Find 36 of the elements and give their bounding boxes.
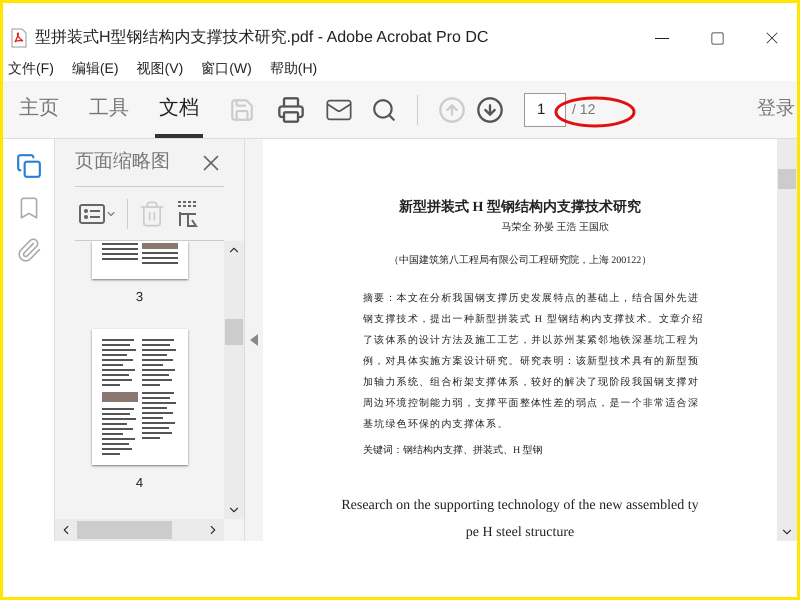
page-thumbnail[interactable] [92,328,188,464]
page-number-field[interactable]: 1 [524,92,566,126]
vertical-scrollbar[interactable] [777,139,797,541]
scroll-thumb[interactable] [778,169,796,189]
window-title: 型拼装式H型钢结构内支撑技术研究.pdf - Adobe Acrobat Pro DC [35,28,490,48]
pdf-file-icon [11,28,27,48]
pages-icon[interactable] [16,153,42,179]
english-title: Research on the supporting technology of the new assembled ty pe H steel structure [341,497,699,542]
options-icon[interactable] [79,202,117,224]
panel-title: 页面缩略图 [75,150,171,174]
page-thumbnail[interactable] [92,241,188,279]
scroll-thumb[interactable] [77,521,172,539]
nav-tab[interactable]: 主页 [15,81,63,138]
page-total: / 12 [572,100,596,119]
thumbnail-label: 3 [136,288,144,306]
document-keywords: 关键词：钢结构内支撑、拼装式、H 型钢 [363,444,543,458]
collapse-arrow-icon[interactable] [250,334,258,346]
horizontal-scrollbar[interactable] [55,519,224,541]
menu-item[interactable]: 视图(V) [136,58,184,79]
nav-tab[interactable]: 工具 [85,81,133,138]
search-icon[interactable] [371,96,397,122]
abstract-paragraph: 摘要：本文在分析我国钢支撑历史发展特点的基础上，结合国外先进 钢支撑技术，提出一种新型拼装式 H 型钢结构内支撑技术。文章介绍 了该体系的设计方法及施工工艺，并以苏州某紧邻地铁深基坑工程为 例，对具体实施方案设计研究。研究表明：该新型技术具有的新型预 加轴力系统、组合桁架支撑体系，较好的解决了现阶段我国钢支撑对 周边环境控制能力弱，支撑平面整体性差的弱点，是一个非常适合深 基坑绿色环保的内支撑体系。 [363,292,704,432]
print-icon[interactable] [277,96,305,124]
sign-in-link[interactable]: 登录 [757,95,795,124]
insert-page-icon[interactable] [176,200,200,228]
menu-item[interactable]: 编辑(E) [72,58,119,79]
document-affiliation: （中国建筑第八工程局有限公司工程研究院，上海 200122） [388,254,652,268]
maximize-icon [710,30,724,46]
vertical-scrollbar[interactable] [224,241,244,519]
menu-item[interactable]: 窗口(W) [201,58,252,79]
menu-item[interactable]: 帮助(H) [270,58,318,79]
menu-item[interactable]: 文件(F) [8,58,54,79]
scroll-thumb[interactable] [225,319,243,345]
thumbnail-label: 4 [136,474,144,492]
document-title: 新型拼装式 H 型钢结构内支撑技术研究 [399,198,641,217]
document-authors: 马荣全 孙晏 王浩 王国欣 [501,220,609,235]
